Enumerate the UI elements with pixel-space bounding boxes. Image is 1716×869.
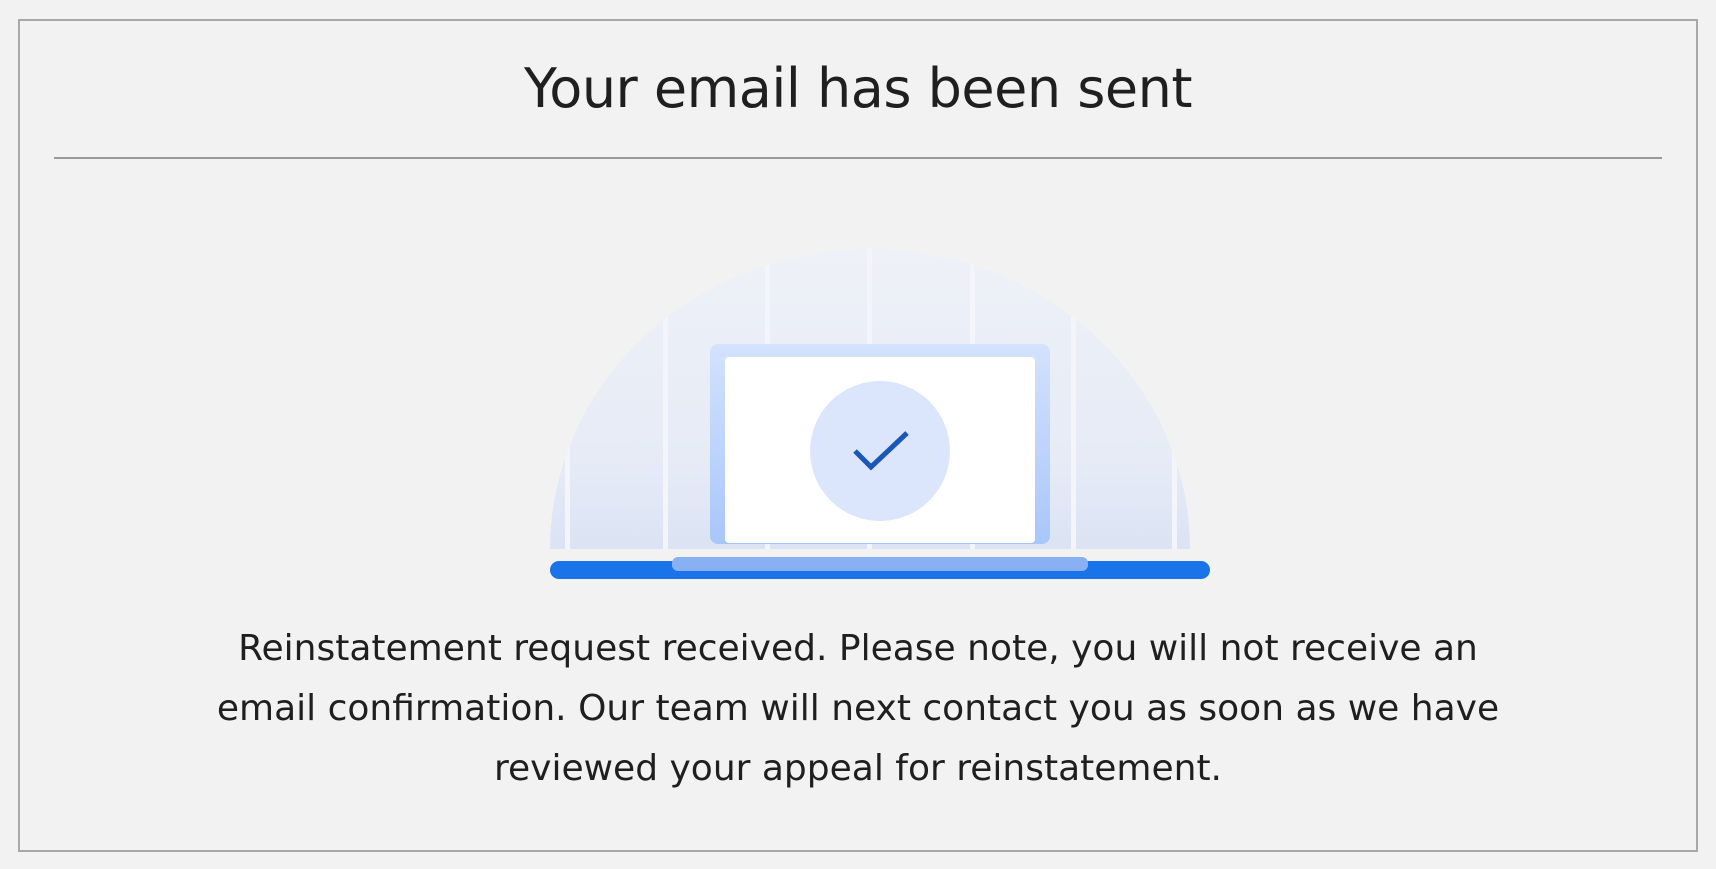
confirmation-dialog: Your email has been sent Reinstatement r…	[18, 19, 1698, 852]
check-circle	[810, 381, 950, 521]
page-title: Your email has been sent	[523, 57, 1193, 120]
title-divider	[54, 157, 1662, 159]
illustration	[530, 239, 1210, 579]
laptop-keyboard-base	[672, 557, 1088, 571]
confirmation-message: Reinstatement request received. Please n…	[216, 628, 1500, 789]
laptop-checkmark-icon	[550, 249, 1210, 579]
